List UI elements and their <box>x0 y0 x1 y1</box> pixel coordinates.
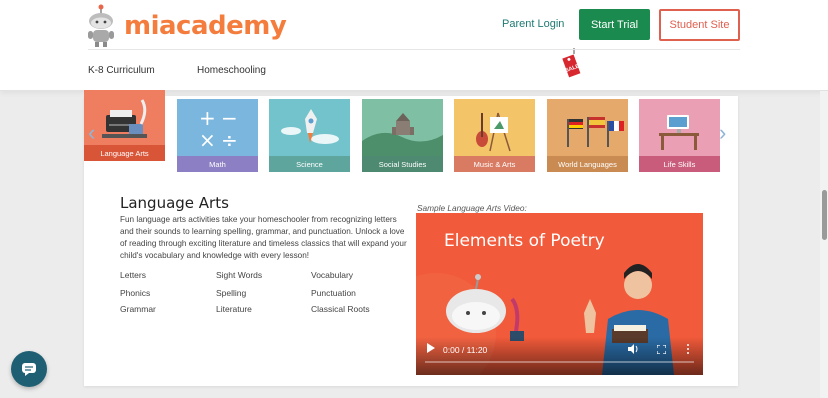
tile-music-arts[interactable]: Music & Arts <box>454 99 535 172</box>
topic-link[interactable]: Sight Words <box>216 270 262 280</box>
desk-icon <box>639 99 720 157</box>
section-description: Fun language arts activities take your h… <box>120 215 407 260</box>
logo[interactable]: miacademy <box>84 4 287 48</box>
tile-label: Social Studies <box>362 156 443 172</box>
svg-text:÷: ÷ <box>221 128 238 152</box>
tile-label: Music & Arts <box>454 156 535 172</box>
video-controls: 0:00 / 11:20 <box>416 337 703 375</box>
tile-label: Life Skills <box>639 156 720 172</box>
flags-icon <box>547 99 628 157</box>
tile-life-skills[interactable]: Life Skills <box>639 99 720 172</box>
svg-text:−: − <box>221 106 238 130</box>
topic-link[interactable]: Punctuation <box>311 288 356 298</box>
carousel-prev-arrow[interactable]: ‹ <box>88 120 102 146</box>
video-time: 0:00 / 11:20 <box>443 345 488 355</box>
student-site-button[interactable]: Student Site <box>659 9 740 41</box>
site-header: miacademy Parent Login Start Trial Stude… <box>0 0 828 91</box>
scrollbar-thumb[interactable] <box>822 190 827 240</box>
tile-world-languages[interactable]: World Languages <box>547 99 628 172</box>
svg-text:+: + <box>199 106 216 130</box>
guitar-easel-icon <box>454 99 535 157</box>
parent-login-link[interactable]: Parent Login <box>502 18 564 30</box>
topic-link[interactable]: Phonics <box>120 288 150 298</box>
video-title: Elements of Poetry <box>444 231 605 251</box>
topic-link[interactable]: Classical Roots <box>311 304 370 314</box>
page-scrollbar[interactable] <box>820 91 828 398</box>
topic-link[interactable]: Literature <box>216 304 252 314</box>
nav-k8-curriculum[interactable]: K-8 Curriculum <box>88 65 155 76</box>
start-trial-button[interactable]: Start Trial <box>579 9 650 40</box>
chat-button[interactable] <box>11 351 47 387</box>
fullscreen-icon[interactable] <box>657 345 666 354</box>
topic-link[interactable]: Spelling <box>216 288 246 298</box>
sale-tag-icon[interactable]: SALE <box>560 48 582 78</box>
tile-social-studies[interactable]: Social Studies <box>362 99 443 172</box>
nav-homeschooling[interactable]: Homeschooling <box>197 65 266 76</box>
volume-icon[interactable] <box>628 344 639 354</box>
tile-science[interactable]: Science <box>269 99 350 172</box>
section-title: Language Arts <box>120 194 229 212</box>
topic-link[interactable]: Vocabulary <box>311 270 353 280</box>
subject-carousel: Language Arts + − × ÷ Math Science Socia… <box>84 90 738 175</box>
header-divider <box>88 49 740 50</box>
math-symbols-icon: + − × ÷ <box>177 99 258 157</box>
more-options-icon[interactable] <box>686 344 690 354</box>
tile-label: World Languages <box>547 156 628 172</box>
landmark-icon <box>362 99 443 157</box>
topic-link[interactable]: Grammar <box>120 304 156 314</box>
tile-label: Science <box>269 156 350 172</box>
svg-text:×: × <box>199 128 216 152</box>
video-player[interactable]: Elements of Poetry 0:00 / 11:20 <box>416 213 703 375</box>
robot-mascot-icon <box>88 4 114 47</box>
logo-text: miacademy <box>124 11 287 41</box>
play-icon[interactable] <box>427 343 435 353</box>
tile-label: Language Arts <box>84 145 165 161</box>
video-progress-bar[interactable] <box>425 361 694 363</box>
video-label: Sample Language Arts Video: <box>417 203 527 213</box>
tile-math[interactable]: + − × ÷ Math <box>177 99 258 172</box>
topic-link[interactable]: Letters <box>120 270 146 280</box>
carousel-next-arrow[interactable]: › <box>719 120 733 146</box>
tile-label: Math <box>177 156 258 172</box>
chat-bubble-icon <box>22 363 36 376</box>
rocket-icon <box>269 99 350 157</box>
